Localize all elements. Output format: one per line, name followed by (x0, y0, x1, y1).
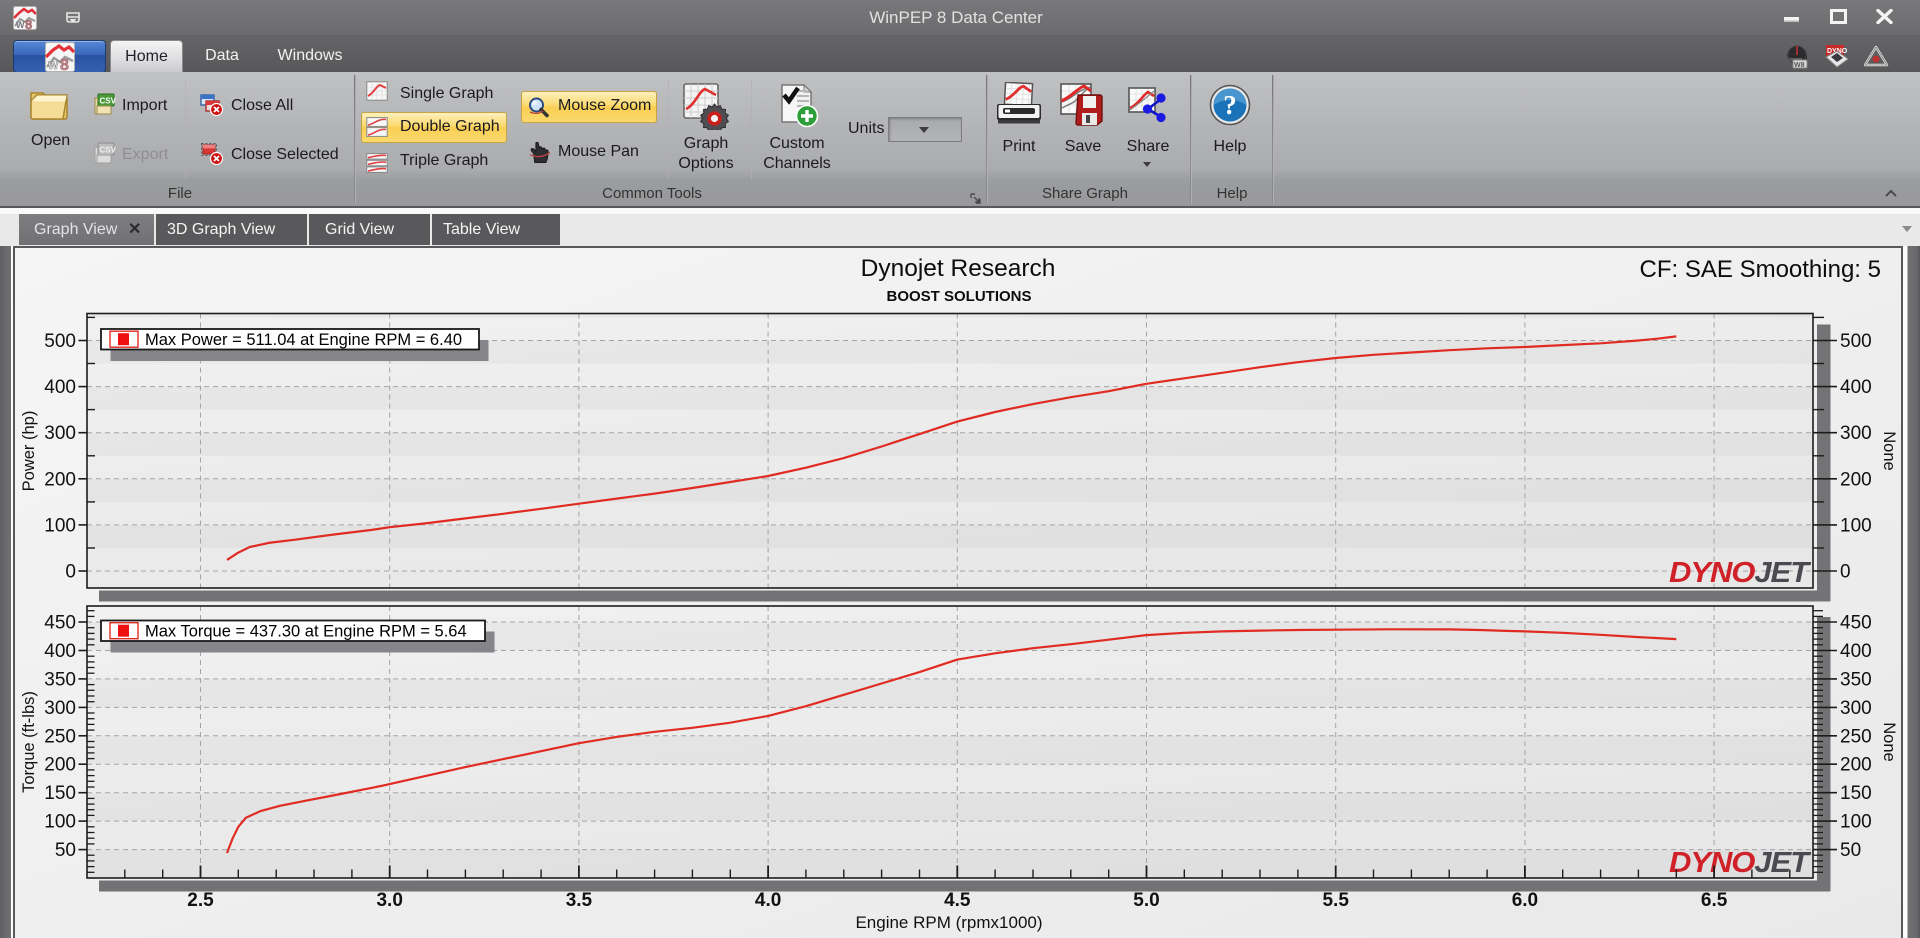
svg-text:350: 350 (1840, 669, 1872, 690)
svg-text:50: 50 (1840, 840, 1861, 861)
svg-text:450: 450 (1840, 613, 1872, 634)
svg-text:BOOST SOLUTIONS: BOOST SOLUTIONS (886, 288, 1031, 305)
svg-text:200: 200 (44, 755, 76, 776)
svg-text:Max Torque = 437.30 at Engine: Max Torque = 437.30 at Engine RPM = 5.64 (145, 623, 467, 641)
svg-text:150: 150 (1840, 783, 1872, 804)
svg-text:Max Power = 511.04 at Engine R: Max Power = 511.04 at Engine RPM = 6.40 (145, 331, 462, 349)
svg-text:450: 450 (44, 613, 76, 634)
svg-text:0: 0 (1840, 562, 1851, 583)
svg-text:400: 400 (44, 641, 76, 662)
svg-text:100: 100 (1840, 812, 1872, 833)
svg-text:100: 100 (44, 812, 76, 833)
svg-text:100: 100 (1840, 515, 1872, 536)
svg-text:100: 100 (44, 515, 76, 536)
svg-text:250: 250 (44, 726, 76, 747)
svg-text:200: 200 (1840, 469, 1872, 490)
svg-text:Dynojet Research: Dynojet Research (861, 255, 1056, 282)
svg-text:None: None (1880, 431, 1898, 470)
svg-text:4.5: 4.5 (944, 890, 971, 911)
svg-text:5.5: 5.5 (1322, 890, 1349, 911)
svg-text:250: 250 (1840, 726, 1872, 747)
svg-text:350: 350 (44, 669, 76, 690)
svg-text:Power (hp): Power (hp) (20, 411, 38, 492)
svg-text:0: 0 (65, 562, 76, 583)
svg-text:Torque (ft-lbs): Torque (ft-lbs) (20, 691, 38, 793)
svg-text:50: 50 (55, 840, 76, 861)
svg-text:300: 300 (44, 423, 76, 444)
svg-text:400: 400 (1840, 641, 1872, 662)
svg-text:5.0: 5.0 (1133, 890, 1159, 911)
svg-text:400: 400 (1840, 377, 1872, 398)
svg-text:3.0: 3.0 (376, 890, 402, 911)
svg-text:500: 500 (44, 331, 76, 352)
svg-text:300: 300 (1840, 698, 1872, 719)
svg-text:200: 200 (1840, 755, 1872, 776)
svg-text:4.0: 4.0 (755, 890, 781, 911)
svg-text:300: 300 (1840, 423, 1872, 444)
svg-text:500: 500 (1840, 331, 1872, 352)
svg-text:6.0: 6.0 (1512, 890, 1538, 911)
svg-text:DYNOJET: DYNO JET (1669, 557, 1812, 589)
svg-text:CF: SAE Smoothing: 5: CF: SAE Smoothing: 5 (1640, 256, 1881, 283)
svg-text:None: None (1880, 722, 1898, 761)
svg-text:400: 400 (44, 377, 76, 398)
svg-text:6.5: 6.5 (1701, 890, 1728, 911)
svg-text:300: 300 (44, 698, 76, 719)
svg-text:Engine RPM (rpmx1000): Engine RPM (rpmx1000) (855, 913, 1042, 932)
svg-text:3.5: 3.5 (566, 890, 593, 911)
svg-text:200: 200 (44, 469, 76, 490)
svg-text:150: 150 (44, 783, 76, 804)
svg-text:2.5: 2.5 (187, 890, 214, 911)
